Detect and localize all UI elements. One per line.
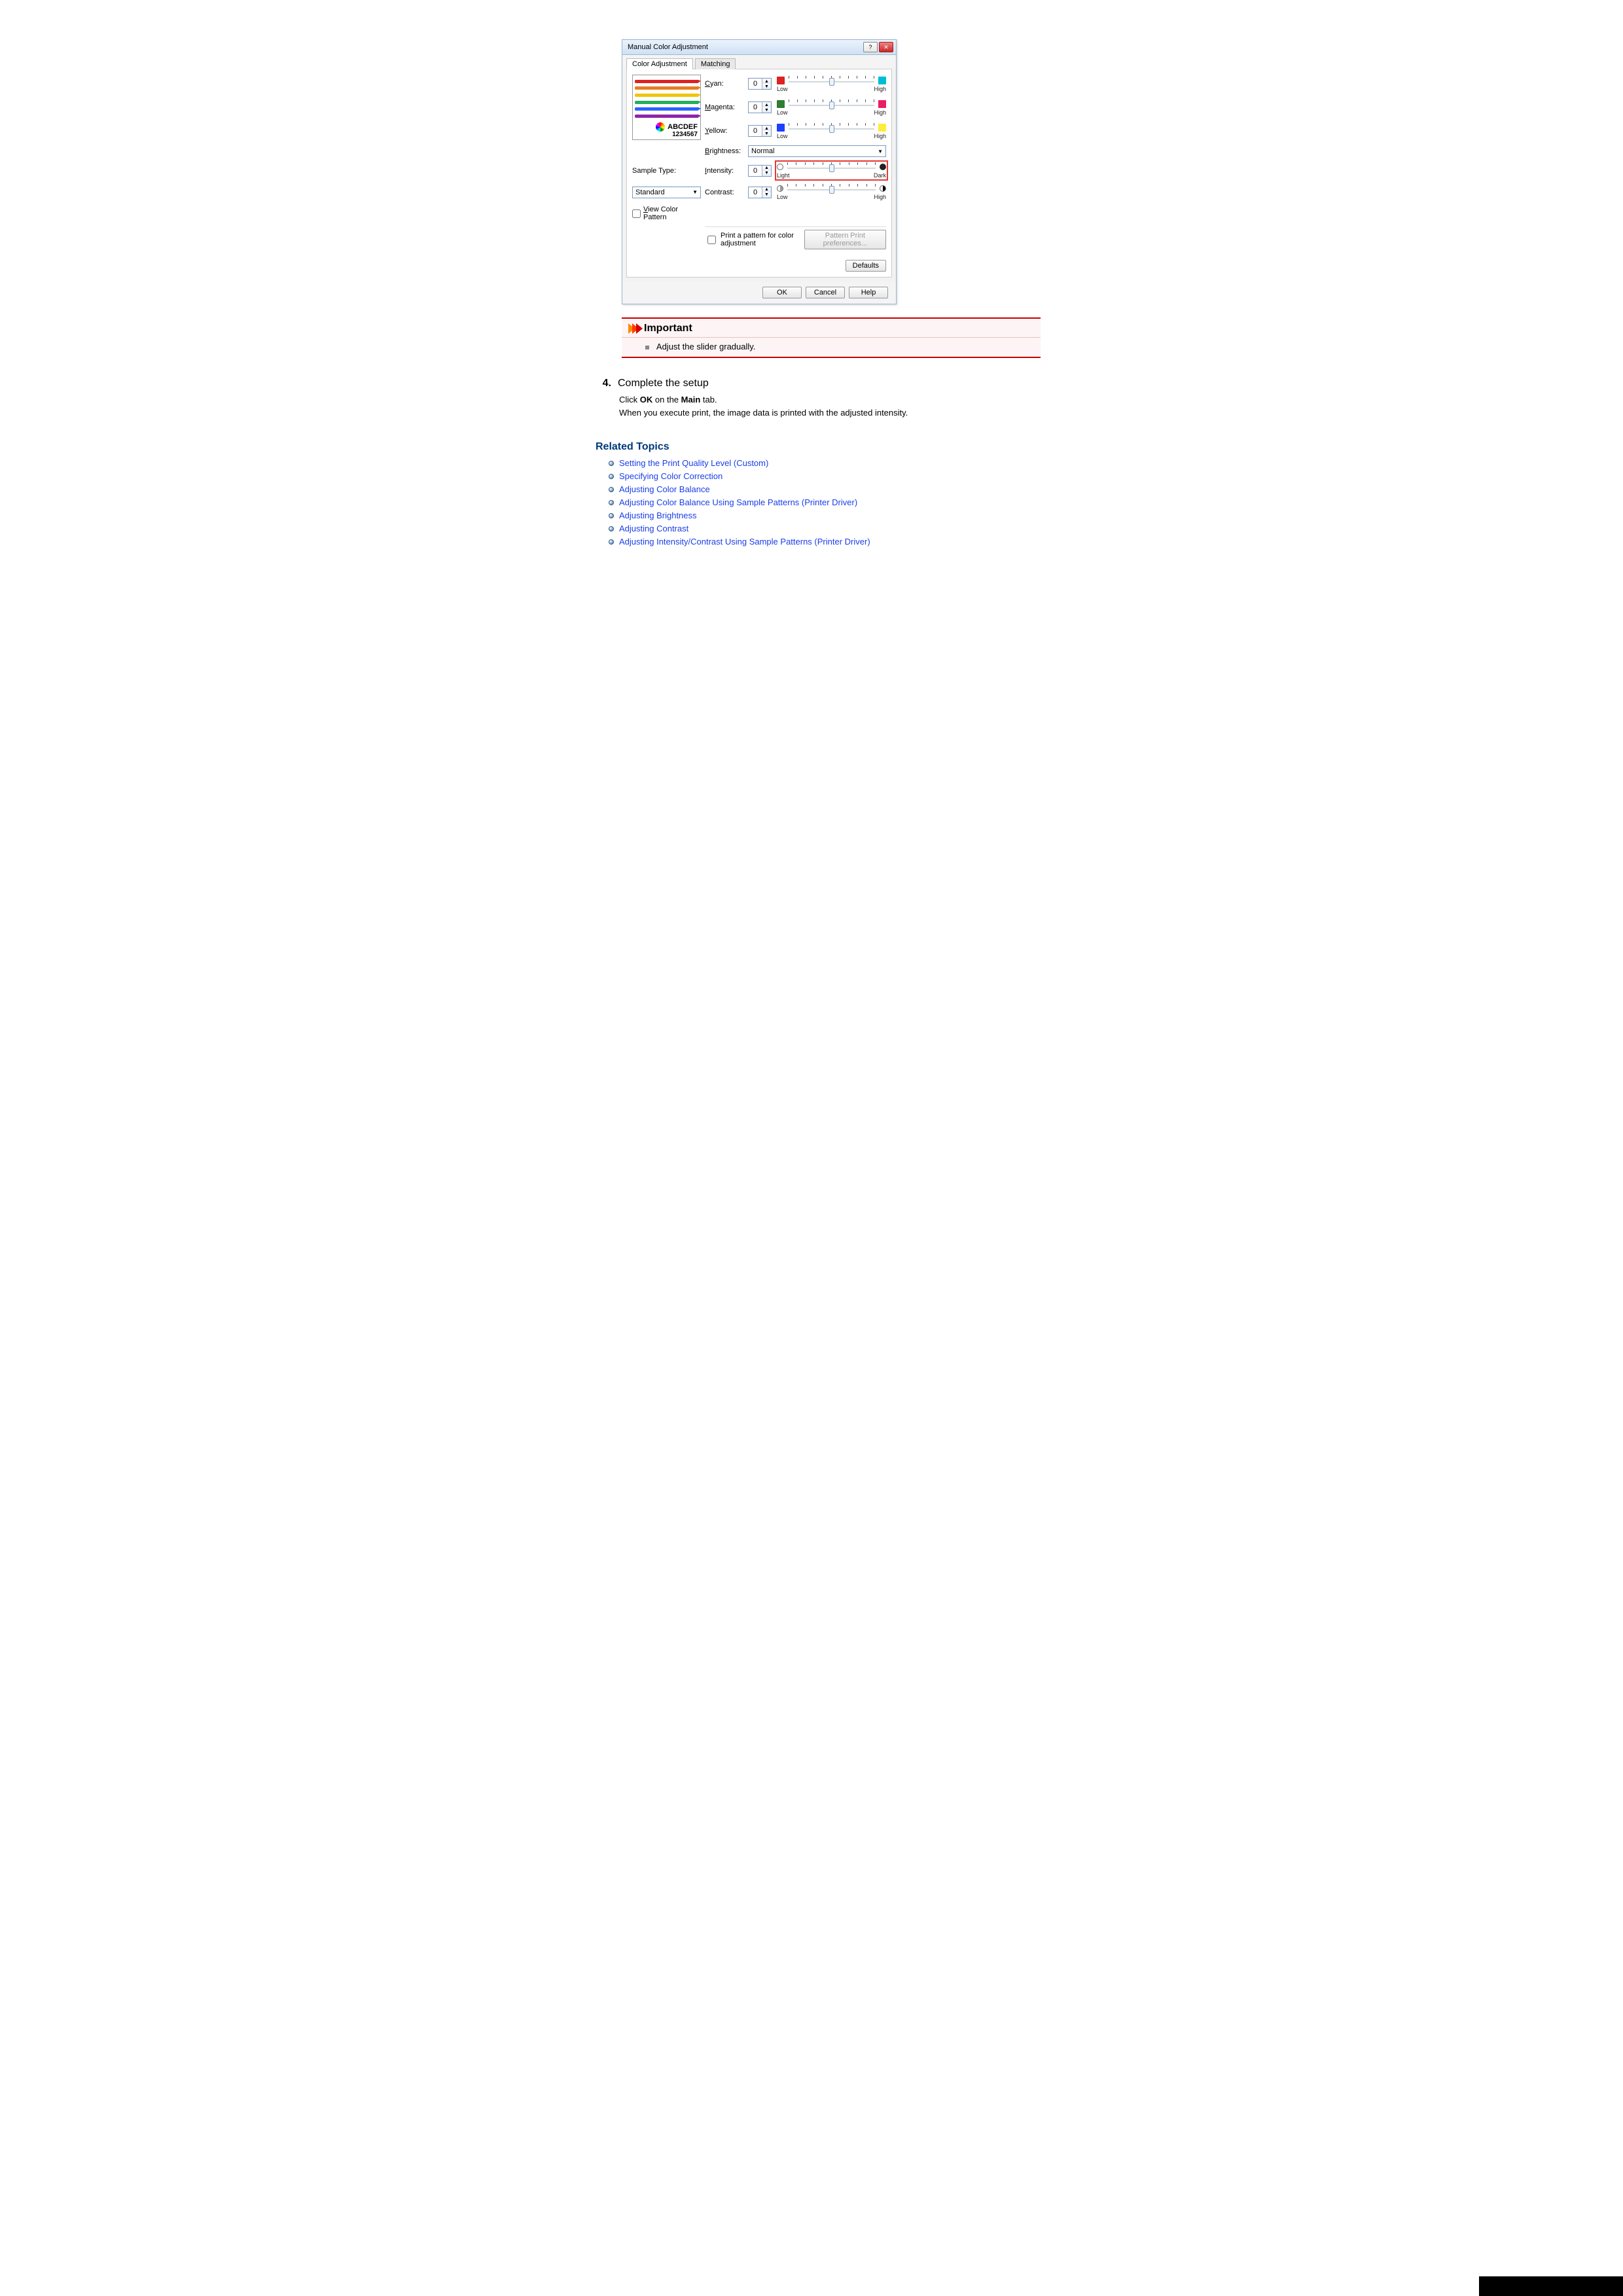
list-item: Setting the Print Quality Level (Custom) [609,458,1041,468]
cyan-high-swatch-icon [878,77,886,84]
chevron-down-icon: ▼ [878,149,883,154]
magenta-high-swatch-icon [878,100,886,108]
doc-bullet-icon [609,526,614,531]
pattern-preferences-button[interactable]: Pattern Print preferences... [804,230,886,249]
step-body: Click OK on the Main tab. When you execu… [619,393,1041,419]
yellow-label: Yellow: [705,127,744,135]
related-link[interactable]: Adjusting Intensity/Contrast Using Sampl… [619,537,870,547]
contrast-label: Contrast: [705,188,744,196]
tabs-row: Color Adjustment Matching [622,55,896,69]
step-4-row: 4. Complete the setup [596,378,1041,389]
magenta-slider[interactable] [789,99,874,109]
related-topics-heading: Related Topics [596,441,1041,453]
magenta-input[interactable] [749,102,762,113]
cyan-spinner[interactable]: ▲▼ [748,78,772,90]
intensity-spinner[interactable]: ▲▼ [748,165,772,177]
cyan-slider[interactable] [789,76,874,85]
footer-black-bar [1479,2276,1623,2296]
help-button[interactable]: Help [849,287,888,298]
colorwheel-icon [656,122,665,132]
related-link[interactable]: Adjusting Brightness [619,511,697,520]
manual-color-adjustment-dialog: Manual Color Adjustment ? ✕ Color Adjust… [622,39,897,304]
tab-color-adjustment[interactable]: Color Adjustment [626,58,693,69]
cancel-button[interactable]: Cancel [806,287,845,298]
ok-button[interactable]: OK [762,287,802,298]
help-titlebar-button[interactable]: ? [863,42,878,52]
view-color-pattern-checkbox[interactable] [632,209,641,218]
contrast-high-icon [880,185,886,192]
view-color-pattern-row: View Color Pattern [632,206,701,221]
bullet-icon [645,346,649,350]
dialog-titlebar: Manual Color Adjustment ? ✕ [622,40,896,55]
magenta-low-swatch-icon [777,100,785,108]
sample-type-select[interactable]: Standard ▼ [632,187,701,198]
doc-bullet-icon [609,513,614,518]
chevron-down-icon: ▼ [692,189,698,195]
close-icon[interactable]: ✕ [879,42,893,52]
list-item: Adjusting Intensity/Contrast Using Sampl… [609,537,1041,547]
magenta-label: Magenta: [705,103,744,111]
doc-bullet-icon [609,500,614,505]
contrast-spinner[interactable]: ▲▼ [748,187,772,198]
magenta-spinner[interactable]: ▲▼ [748,101,772,113]
doc-bullet-icon [609,474,614,479]
step-number: 4. [596,378,611,389]
dialog-title: Manual Color Adjustment [628,43,708,51]
brightness-select[interactable]: Normal ▼ [748,145,886,157]
list-item: Specifying Color Correction [609,471,1041,481]
intensity-light-icon [777,164,783,170]
spin-down-icon[interactable]: ▼ [762,84,771,89]
yellow-low-swatch-icon [777,124,785,132]
spin-up-icon[interactable]: ▲ [762,79,771,84]
print-pattern-row: Print a pattern for color adjustment [705,232,804,247]
list-item: Adjusting Color Balance Using Sample Pat… [609,497,1041,507]
doc-bullet-icon [609,461,614,466]
list-item: Adjusting Brightness [609,511,1041,520]
intensity-slider[interactable] [787,162,876,171]
contrast-input[interactable] [749,187,762,198]
related-link[interactable]: Specifying Color Correction [619,471,722,481]
yellow-slider[interactable] [789,123,874,132]
contrast-slider[interactable] [787,184,876,193]
related-link[interactable]: Adjusting Color Balance [619,484,710,494]
related-link[interactable]: Setting the Print Quality Level (Custom) [619,458,768,468]
intensity-input[interactable] [749,166,762,176]
defaults-button[interactable]: Defaults [846,260,886,272]
cyan-input[interactable] [749,79,762,89]
related-topics-list: Setting the Print Quality Level (Custom)… [609,458,1041,547]
intensity-slider-highlighted: LightDark [777,162,886,179]
important-chevrons-icon [628,323,640,334]
doc-bullet-icon [609,487,614,492]
doc-bullet-icon [609,539,614,545]
related-link[interactable]: Adjusting Color Balance Using Sample Pat… [619,497,857,507]
yellow-high-swatch-icon [878,124,886,132]
brightness-label: Brightness: [705,147,744,155]
color-preview-box: ABCDEF 1234567 [632,75,701,140]
contrast-low-icon [777,185,783,192]
intensity-label: Intensity: [705,167,744,175]
yellow-spinner[interactable]: ▲▼ [748,125,772,137]
list-item: Adjusting Contrast [609,524,1041,533]
cyan-label: Cyan: [705,80,744,88]
list-item: Adjusting Color Balance [609,484,1041,494]
step-title: Complete the setup [618,378,709,389]
important-note-box: Important Adjust the slider gradually. [622,317,1041,358]
yellow-input[interactable] [749,126,762,136]
intensity-dark-icon [880,164,886,170]
print-pattern-checkbox[interactable] [707,236,716,244]
cyan-low-swatch-icon [777,77,785,84]
important-text: Adjust the slider gradually. [656,342,756,351]
related-link[interactable]: Adjusting Contrast [619,524,688,533]
sample-type-label: Sample Type: [632,167,701,175]
tab-matching[interactable]: Matching [695,58,736,69]
important-heading: Important [644,323,692,334]
